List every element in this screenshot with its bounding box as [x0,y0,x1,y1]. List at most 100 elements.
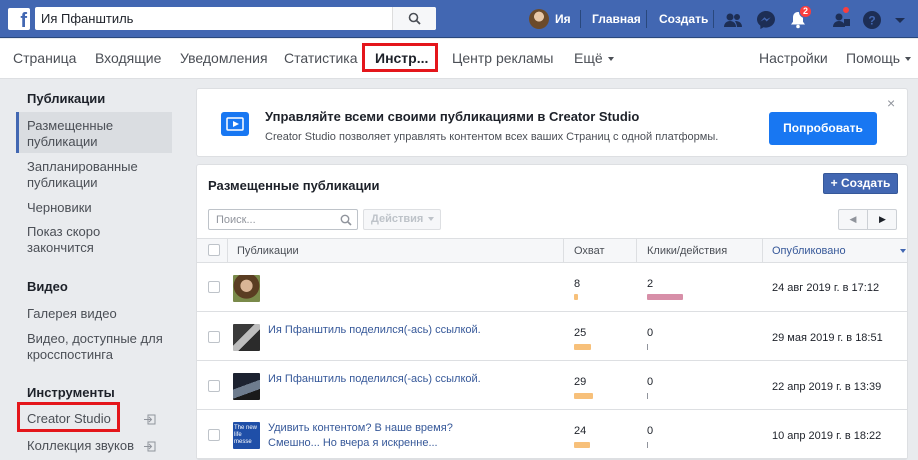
published-date: 24 авг 2019 г. в 17:12 [772,282,880,294]
published-date: 22 апр 2019 г. в 13:39 [772,381,882,393]
search-placeholder: Поиск... [216,214,256,226]
search-bar[interactable]: Ия Пфанштиль [35,7,436,30]
post-link[interactable]: Ия Пфанштиль поделился(-ась) ссылкой. [268,372,498,387]
facebook-logo-icon[interactable]: f [8,8,30,32]
clicks-value: 0 [647,425,654,437]
header-reach[interactable]: Охват [574,245,605,257]
friends-icon[interactable] [722,9,744,31]
column-divider [762,239,763,262]
header-posts[interactable]: Публикации [237,245,299,257]
page-navigation: Страница Входящие Уведомления Статистика… [0,39,918,79]
create-post-button[interactable]: + Создать [823,173,898,194]
table-row[interactable]: Ия Пфанштиль поделился(-ась) ссылкой. 25… [197,313,907,361]
table-row[interactable]: The new life messe Удивить контентом? В … [197,411,907,459]
sidebar-item-expiring[interactable]: Показ скоро закончится [27,224,127,256]
select-all-checkbox[interactable] [208,244,220,256]
close-icon[interactable]: × [887,95,895,111]
reach-bar [574,393,593,399]
post-thumbnail[interactable]: The new life messe [233,422,260,449]
table-row[interactable]: 8 2 24 авг 2019 г. в 17:12 [197,264,907,312]
tools-tab-highlight [362,43,438,72]
messenger-icon[interactable] [755,9,777,31]
tab-inbox[interactable]: Входящие [95,50,161,66]
previous-page-button[interactable]: ◀ [839,210,868,229]
creator-studio-icon [221,112,249,136]
search-input[interactable]: Ия Пфанштиль [41,11,133,26]
published-date: 10 апр 2019 г. в 18:22 [772,430,882,442]
tab-ads-center[interactable]: Центр рекламы [452,50,553,66]
actions-label: Действия [371,213,424,225]
header-published[interactable]: Опубликовано [772,245,846,257]
clicks-bar [647,344,648,350]
home-link[interactable]: Главная [592,12,641,26]
chevron-down-icon [607,57,614,62]
search-icon [340,214,352,226]
profile-name-link[interactable]: Ия [555,12,571,26]
clicks-value: 0 [647,327,654,339]
posts-search-input[interactable]: Поиск... [208,209,358,230]
table-header: Публикации Охват Клики/действия Опублико… [197,238,907,263]
dropdown-arrow-icon[interactable] [892,9,908,31]
post-thumbnail[interactable] [233,373,260,400]
published-posts-panel: Размещенные публикации + Создать Поиск..… [196,164,908,460]
panel-title: Размещенные публикации [208,178,380,193]
divider [713,10,714,28]
row-checkbox[interactable] [208,281,220,293]
external-link-icon [144,414,156,425]
sidebar-item-published-posts[interactable]: Размещенные публикации [27,118,139,150]
reach-value: 25 [574,327,587,339]
tab-statistics[interactable]: Статистика [284,50,358,66]
reach-bar [574,344,591,350]
help-icon[interactable]: ? [861,9,883,31]
logo-letter: f [20,10,27,32]
row-checkbox[interactable] [208,429,220,441]
sidebar-item-video-library[interactable]: Галерея видео [27,306,172,322]
notification-count-badge: 2 [799,5,813,18]
create-link[interactable]: Создать [659,12,708,26]
left-sidebar: Публикации Размещенные публикации Заплан… [0,80,190,460]
creator-studio-banner: Управляйте всеми своими публикациями в C… [196,88,908,157]
chevron-down-icon [428,217,435,222]
post-thumbnail[interactable] [233,324,260,351]
avatar[interactable] [529,9,549,29]
tab-help-label: Помощь [846,50,901,66]
top-bar: f Ия Пфанштиль Ия Главная Создать 2 ? [0,0,918,38]
tools-section-title: Инструменты [27,385,115,400]
divider [580,10,581,28]
tab-notifications[interactable]: Уведомления [180,50,268,66]
tab-more[interactable]: Ещё [574,50,614,66]
creator-studio-highlight [17,402,120,432]
pagination: ◀ ▶ [838,209,897,230]
reach-value: 24 [574,425,587,437]
published-date: 29 мая 2019 г. в 18:51 [772,332,883,344]
publications-section-title: Публикации [27,91,106,106]
try-button[interactable]: Попробовать [769,112,877,145]
clicks-bar [647,294,683,300]
clicks-bar [647,442,648,448]
sidebar-item-drafts[interactable]: Черновики [27,200,172,216]
row-checkbox[interactable] [208,380,220,392]
clicks-value: 2 [647,278,654,290]
sidebar-item-scheduled-posts[interactable]: Запланированные публикации [27,159,147,191]
search-icon [408,12,421,25]
table-row[interactable]: Ия Пфанштиль поделился(-ась) ссылкой. 29… [197,362,907,410]
post-thumbnail[interactable] [233,275,260,302]
reach-value: 29 [574,376,587,388]
banner-title: Управляйте всеми своими публикациями в C… [265,109,640,124]
next-page-button[interactable]: ▶ [868,210,897,229]
sidebar-item-crossposting-videos[interactable]: Видео, доступные для кросспостинга [27,331,167,363]
search-button[interactable] [392,7,436,30]
tab-page[interactable]: Страница [13,50,76,66]
post-link[interactable]: Удивить контентом? В наше время? Смешно.… [268,421,458,451]
tab-help[interactable]: Помощь [846,50,912,66]
tab-settings[interactable]: Настройки [759,50,828,66]
video-section-title: Видео [27,279,68,294]
reach-value: 8 [574,278,581,290]
chevron-down-icon [905,57,912,62]
row-checkbox[interactable] [208,331,220,343]
clicks-bar [647,393,648,399]
actions-dropdown[interactable]: Действия [363,209,441,230]
header-clicks[interactable]: Клики/действия [647,245,727,257]
sort-descending-icon [900,249,906,253]
post-link[interactable]: Ия Пфанштиль поделился(-ась) ссылкой. [268,323,498,338]
